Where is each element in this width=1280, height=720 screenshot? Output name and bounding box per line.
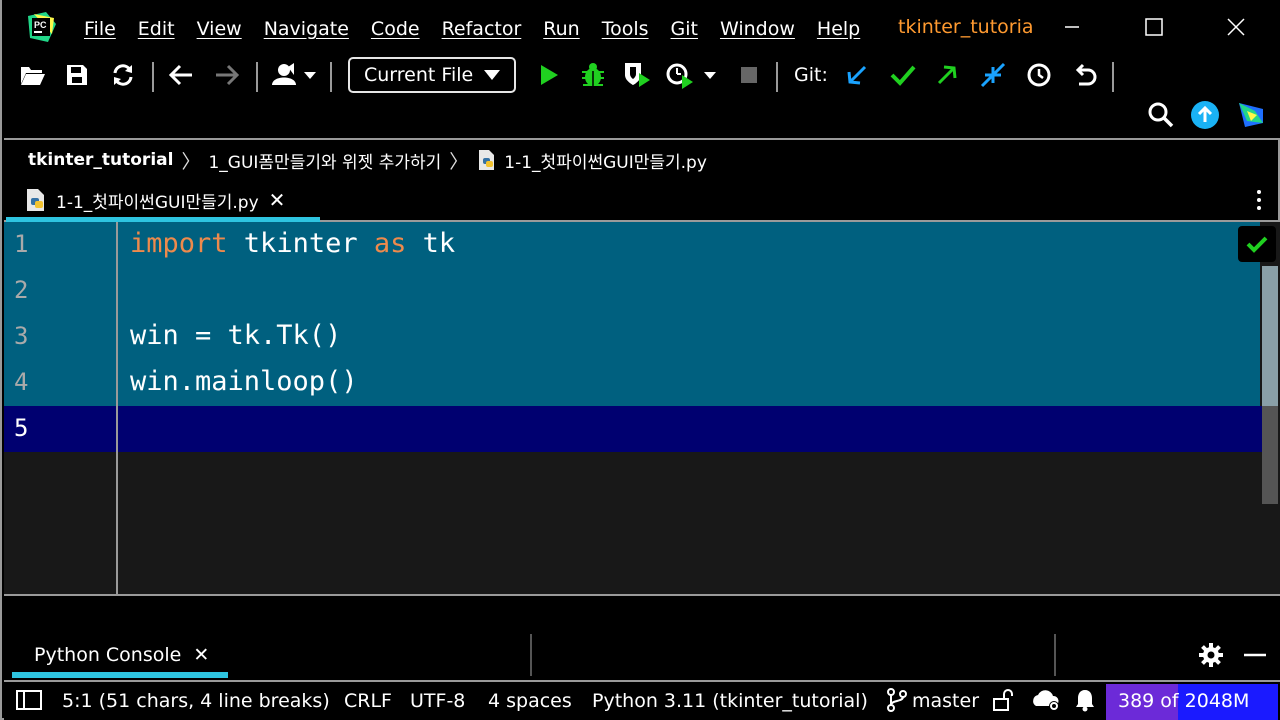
memory-indicator[interactable]: 389 of 2048M: [1106, 684, 1278, 720]
menu-help[interactable]: Help: [817, 18, 860, 40]
stop-icon[interactable]: [734, 60, 764, 90]
menu-refactor[interactable]: Refactor: [442, 18, 522, 40]
python-console-label: Python Console: [34, 644, 182, 666]
rollback-icon[interactable]: [1070, 60, 1100, 90]
git-label: Git:: [794, 64, 828, 86]
menu-file[interactable]: File: [84, 18, 116, 40]
code-line-current[interactable]: 5: [4, 406, 1262, 452]
maximize-icon[interactable]: [1134, 12, 1174, 42]
python-file-icon: [479, 150, 495, 170]
menu-view[interactable]: View: [197, 18, 242, 40]
run-with-coverage-icon[interactable]: [622, 60, 652, 90]
menu-run[interactable]: Run: [543, 18, 579, 40]
breadcrumb-file[interactable]: 1-1_첫파이썬GUI만들기.py: [504, 148, 707, 173]
python-file-icon: [27, 189, 44, 211]
toolbar-separator: [152, 62, 154, 92]
close-console-icon[interactable]: ✕: [193, 644, 209, 666]
toolbar-separator: [330, 62, 332, 92]
tab-python-console[interactable]: Python Console ✕: [34, 644, 209, 666]
editor-tabs: 1-1_첫파이썬GUI만들기.py ✕: [4, 180, 1280, 222]
more-options-icon[interactable]: [1256, 190, 1262, 212]
sync-icon[interactable]: [108, 60, 138, 90]
git-commit-icon[interactable]: [888, 60, 918, 90]
title-bar: PC File Edit View Navigate Code Refactor…: [2, 0, 1280, 56]
toolbar-separator: [256, 62, 258, 92]
menu-tools[interactable]: Tools: [602, 18, 649, 40]
code-line[interactable]: 2: [4, 268, 1260, 314]
cloud-settings-icon[interactable]: [1030, 688, 1062, 717]
run-configuration-select[interactable]: Current File: [348, 57, 516, 93]
active-console-indicator: [12, 672, 228, 678]
logo-text: PC: [34, 20, 47, 30]
history-clock-icon[interactable]: [1024, 60, 1054, 90]
file-encoding[interactable]: UTF-8: [410, 690, 465, 712]
chevron-right-icon: 〉: [181, 150, 201, 173]
debug-icon[interactable]: [578, 60, 608, 90]
minimize-icon[interactable]: [1052, 12, 1092, 42]
ide-window: PC File Edit View Navigate Code Refactor…: [0, 0, 1280, 720]
tab-label: 1-1_첫파이썬GUI만들기.py: [56, 192, 259, 213]
bottom-tool-window: Python Console ✕: [4, 596, 1280, 680]
panel-divider: [530, 634, 532, 676]
run-icon[interactable]: [534, 60, 564, 90]
panel-toggle-icon[interactable]: [16, 690, 42, 715]
chevron-right-icon: 〉: [449, 150, 469, 173]
menu-navigate[interactable]: Navigate: [264, 18, 349, 40]
git-push-icon[interactable]: [932, 60, 962, 90]
unlock-icon[interactable]: [992, 688, 1014, 717]
indent-setting[interactable]: 4 spaces: [488, 690, 572, 712]
caret-position[interactable]: 5:1 (51 chars, 4 line breaks): [62, 690, 330, 712]
toolbar-separator: [776, 62, 778, 92]
back-arrow-icon[interactable]: [166, 60, 196, 90]
panel-divider: [1054, 634, 1056, 676]
main-toolbar: Current File Git:: [4, 56, 1280, 140]
main-menu: File Edit View Navigate Code Refactor Ru…: [84, 18, 882, 40]
close-tab-icon[interactable]: ✕: [269, 188, 286, 212]
code-line[interactable]: 3 win = tk.Tk(): [4, 314, 1260, 360]
jetbrains-ai-icon[interactable]: [1236, 100, 1266, 130]
forward-arrow-icon[interactable]: [212, 60, 242, 90]
menu-window[interactable]: Window: [720, 18, 795, 40]
code-text: import tkinter as tk: [130, 228, 456, 259]
git-compare-icon[interactable]: [978, 60, 1008, 90]
user-dropdown-icon[interactable]: [270, 60, 320, 90]
chevron-down-icon: [484, 70, 500, 80]
project-title: tkinter_tutoria: [898, 16, 1034, 38]
tab-main-file[interactable]: 1-1_첫파이썬GUI만들기.py ✕: [6, 180, 320, 220]
status-bar: 5:1 (51 chars, 4 line breaks) CRLF UTF-8…: [4, 680, 1280, 720]
profile-icon[interactable]: [666, 60, 716, 90]
git-update-icon[interactable]: [842, 60, 872, 90]
git-branch[interactable]: master: [912, 690, 979, 712]
run-configuration-label: Current File: [364, 64, 474, 86]
notifications-bell-icon[interactable]: [1074, 688, 1096, 717]
open-folder-icon[interactable]: [18, 60, 48, 90]
hide-panel-icon[interactable]: [1240, 640, 1270, 670]
update-available-icon[interactable]: [1190, 100, 1220, 130]
menu-code[interactable]: Code: [371, 18, 420, 40]
git-branch-icon: [886, 688, 908, 717]
inspection-ok-icon[interactable]: [1238, 226, 1276, 262]
menu-git[interactable]: Git: [671, 18, 698, 40]
gear-icon[interactable]: [1196, 640, 1226, 670]
line-separator[interactable]: CRLF: [344, 690, 392, 712]
pycharm-logo: PC: [28, 12, 56, 42]
code-line[interactable]: 1 import tkinter as tk: [4, 222, 1260, 268]
code-text: win = tk.Tk(): [130, 320, 342, 351]
menu-edit[interactable]: Edit: [138, 18, 175, 40]
editor-gutter: [4, 222, 118, 594]
memory-text: 389 of 2048M: [1118, 690, 1250, 712]
code-text: win.mainloop(): [130, 366, 358, 397]
search-icon[interactable]: [1146, 100, 1176, 130]
code-editor[interactable]: 1 import tkinter as tk 2 3 win = tk.Tk()…: [4, 222, 1280, 596]
toolbar-separator: [1112, 62, 1114, 92]
breadcrumb-folder[interactable]: 1_GUI폼만들기와 위젯 추가하기: [208, 148, 441, 173]
close-window-icon[interactable]: [1216, 12, 1256, 42]
save-icon[interactable]: [62, 60, 92, 90]
code-line[interactable]: 4 win.mainloop(): [4, 360, 1260, 406]
breadcrumb: tkinter_tutorial 〉 1_GUI폼만들기와 위젯 추가하기 〉 …: [4, 140, 1280, 180]
scrollbar-thumb[interactable]: [1262, 266, 1278, 406]
breadcrumb-project[interactable]: tkinter_tutorial: [28, 150, 173, 170]
python-interpreter[interactable]: Python 3.11 (tkinter_tutorial): [592, 690, 868, 712]
